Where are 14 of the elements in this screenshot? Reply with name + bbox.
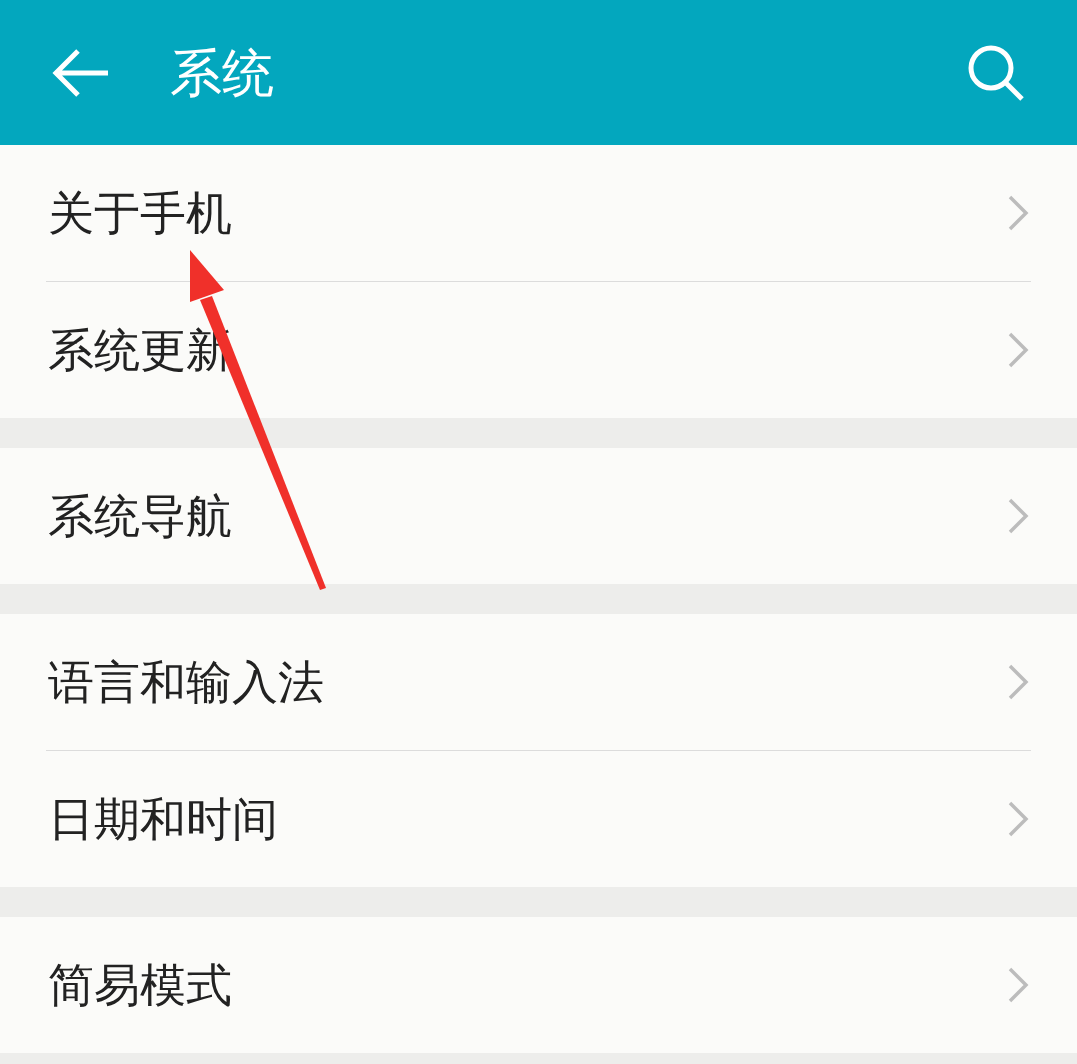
chevron-icon [1007,966,1029,1004]
settings-item[interactable]: 语言和输入法 [0,614,1077,750]
settings-item[interactable]: 系统导航 [0,448,1077,584]
chevron-icon [1007,194,1029,232]
chevron-icon [1007,497,1029,535]
back-icon[interactable] [52,48,110,97]
settings-item[interactable]: 关于手机 [0,145,1077,281]
chevron-icon [1007,800,1029,838]
search-icon[interactable] [967,43,1025,102]
settings-item[interactable]: 简易模式 [0,917,1077,1053]
chevron-icon [1007,663,1029,701]
page-title: 系统 [170,41,274,105]
chevron-icon [1007,331,1029,369]
settings-item[interactable]: 日期和时间 [0,751,1077,887]
